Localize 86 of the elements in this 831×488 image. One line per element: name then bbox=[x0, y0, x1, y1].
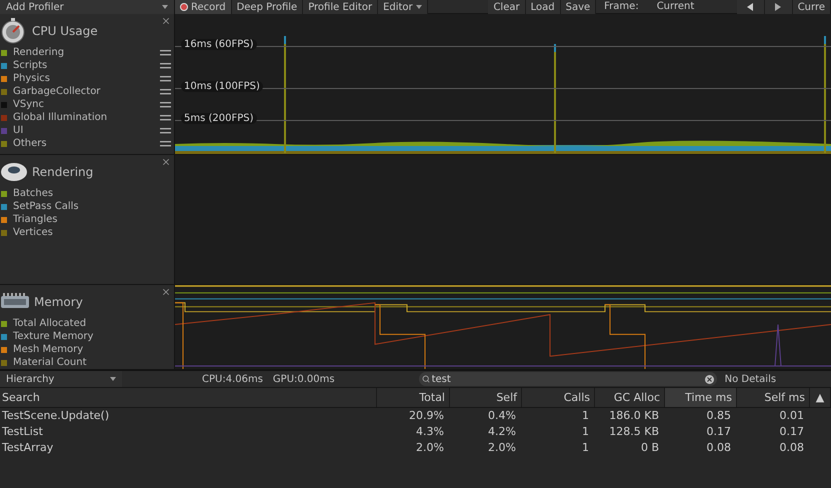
toolbar-button[interactable]: Save bbox=[560, 0, 596, 14]
table-cell-text: 0 B bbox=[640, 440, 660, 456]
table-cell-text: 0.08 bbox=[778, 440, 805, 456]
legend-label[interactable]: Scripts bbox=[13, 60, 160, 71]
search-field[interactable]: test bbox=[418, 372, 717, 386]
module-title: Rendering bbox=[32, 165, 94, 179]
next-frame-button[interactable] bbox=[764, 0, 793, 14]
caret-icon bbox=[110, 377, 116, 381]
table-cell-text: 4.3% bbox=[415, 424, 445, 440]
drag-handle-icon[interactable] bbox=[160, 62, 171, 68]
drag-handle-icon[interactable] bbox=[160, 128, 171, 134]
view-dropdown[interactable]: Hierarchy bbox=[0, 371, 122, 387]
table-cell-text: 128.5 KB bbox=[608, 424, 660, 440]
record-icon bbox=[180, 3, 188, 11]
gpu-time: GPU:0.00ms bbox=[272, 374, 335, 384]
toolbar-button[interactable]: Deep Profile bbox=[232, 0, 304, 14]
legend-label[interactable]: Total Allocated bbox=[13, 318, 174, 329]
table-cell[interactable]: TestArray bbox=[0, 440, 377, 456]
close-icon[interactable] bbox=[161, 287, 171, 297]
legend-label[interactable]: UI bbox=[13, 125, 160, 136]
right-arrow-icon bbox=[775, 3, 782, 11]
caret-icon bbox=[162, 5, 168, 9]
cpu-time: CPU:4.06ms bbox=[202, 374, 263, 384]
legend-label[interactable]: Global Illumination bbox=[13, 112, 160, 123]
ring-icon bbox=[0, 161, 28, 183]
add-profiler-dropdown[interactable]: Add Profiler bbox=[0, 0, 175, 14]
legend-label[interactable]: Material Count bbox=[13, 357, 174, 368]
table-cell-text: 4.2% bbox=[487, 424, 517, 440]
details-label: No Details bbox=[724, 374, 776, 384]
table-cell-text: 1 bbox=[581, 408, 590, 424]
table-cell-text: 1 bbox=[581, 424, 590, 440]
legend-label[interactable]: Mesh Memory bbox=[13, 344, 174, 355]
threshold-label: 10ms (100FPS) bbox=[181, 81, 263, 92]
table-cell[interactable]: TestList bbox=[0, 424, 377, 440]
caret-icon bbox=[416, 5, 422, 9]
legend-label[interactable]: GarbageCollector bbox=[13, 86, 160, 97]
column-header[interactable]: Search bbox=[0, 388, 377, 407]
table-cell-text: 2.0% bbox=[487, 440, 517, 456]
module-panel[interactable]: CPU Usage Rendering Scripts Physics GarbageCollector VSync Global Illumination UI Others bbox=[0, 14, 175, 154]
table-cell-text: 0.4% bbox=[487, 408, 517, 424]
frame-label: Frame: bbox=[603, 0, 640, 14]
toolbar-button[interactable]: Clear bbox=[488, 0, 526, 14]
table-cell-text: 0.08 bbox=[706, 440, 732, 456]
drag-handle-icon[interactable] bbox=[160, 114, 171, 120]
module-title: Memory bbox=[34, 295, 83, 309]
drag-handle-icon[interactable] bbox=[160, 76, 171, 82]
toolbar-button[interactable]: Load bbox=[526, 0, 561, 14]
record-button[interactable]: Record bbox=[175, 0, 232, 14]
left-arrow-icon bbox=[747, 3, 754, 11]
drag-handle-icon[interactable] bbox=[160, 88, 171, 94]
table-cell[interactable]: TestScene.Update() bbox=[0, 408, 377, 424]
table-cell-text: 0.85 bbox=[706, 408, 732, 424]
threshold-label: 16ms (60FPS) bbox=[181, 39, 257, 50]
search-icon bbox=[422, 375, 430, 383]
legend-label[interactable]: Others bbox=[13, 138, 160, 149]
legend-label[interactable]: Rendering bbox=[13, 47, 160, 58]
table-cell-text: 186.0 KB bbox=[608, 408, 660, 424]
toolbar-dropdown[interactable]: Editor bbox=[378, 0, 428, 14]
table-cell-text: 20.9% bbox=[408, 408, 445, 424]
drag-handle-icon[interactable] bbox=[160, 102, 171, 108]
close-icon[interactable] bbox=[161, 16, 171, 26]
module-panel[interactable]: Rendering Batches SetPass Calls Triangles Vertices bbox=[0, 155, 175, 284]
legend-label[interactable]: Vertices bbox=[13, 227, 174, 238]
toolbar-button[interactable]: Curre bbox=[792, 0, 831, 14]
drag-handle-icon[interactable] bbox=[160, 50, 171, 56]
table-cell-text: 0.17 bbox=[706, 424, 732, 440]
table-cell-text: 2.0% bbox=[415, 440, 445, 456]
legend-label[interactable]: Triangles bbox=[13, 214, 174, 225]
table-cell-text: 0.17 bbox=[778, 424, 805, 440]
legend-label[interactable]: Batches bbox=[13, 188, 174, 199]
legend-label[interactable]: VSync bbox=[13, 99, 160, 110]
frame-value: Current bbox=[656, 0, 696, 14]
toolbar-button[interactable]: Profile Editor bbox=[303, 0, 378, 14]
column-header[interactable]: Time ms bbox=[665, 388, 737, 407]
legend-label[interactable]: SetPass Calls bbox=[13, 201, 174, 212]
legend-label[interactable]: Texture Memory bbox=[13, 331, 174, 342]
close-icon[interactable] bbox=[161, 157, 171, 167]
module-title: CPU Usage bbox=[32, 24, 98, 38]
table-cell-text: 0.01 bbox=[778, 408, 805, 424]
threshold-label: 5ms (200FPS) bbox=[181, 113, 257, 124]
module-panel[interactable]: Memory Total Allocated Texture Memory Mesh Memory Material Count bbox=[0, 285, 175, 369]
clear-icon[interactable] bbox=[704, 374, 714, 384]
previous-frame-button[interactable] bbox=[736, 0, 765, 14]
table-cell-text: 1 bbox=[581, 440, 590, 456]
drag-handle-icon[interactable] bbox=[160, 140, 171, 146]
legend-label[interactable]: Physics bbox=[13, 73, 160, 84]
